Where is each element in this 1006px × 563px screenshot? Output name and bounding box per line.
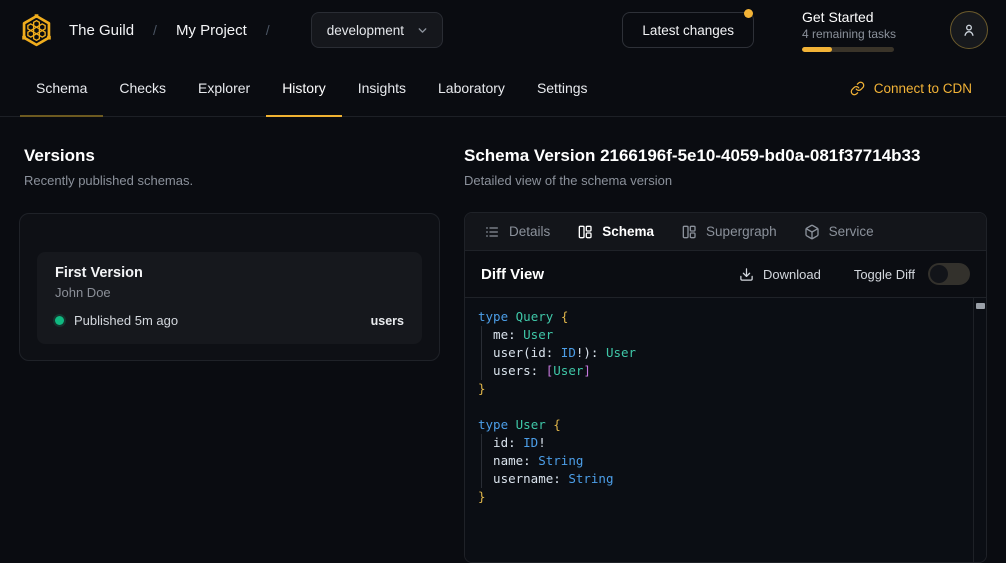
breadcrumb-separator: / bbox=[266, 22, 270, 38]
tab-label: Insights bbox=[358, 80, 406, 96]
breadcrumb-project[interactable]: My Project bbox=[176, 22, 247, 39]
schema-version-panel: Schema Version 2166196f-5e10-4059-bd0a-0… bbox=[464, 117, 1006, 563]
schema-version-title: Schema Version 2166196f-5e10-4059-bd0a-0… bbox=[464, 146, 987, 166]
user-avatar[interactable] bbox=[950, 11, 988, 49]
schema-code-viewer[interactable]: type Query { me: User user(id: ID!): Use… bbox=[465, 298, 986, 562]
tab-label: Checks bbox=[119, 80, 166, 96]
columns-icon bbox=[577, 224, 593, 240]
target-selector-dropdown[interactable]: development bbox=[311, 12, 443, 48]
person-icon bbox=[960, 21, 978, 39]
tab-underline bbox=[521, 115, 604, 117]
schema-detail-tabs: Details Schema bbox=[465, 213, 986, 251]
link-icon bbox=[850, 81, 865, 96]
toggle-diff-label: Toggle Diff bbox=[854, 267, 915, 282]
version-author: John Doe bbox=[55, 285, 404, 300]
tab-underline bbox=[266, 115, 342, 117]
download-label: Download bbox=[763, 267, 821, 282]
latest-changes-label: Latest changes bbox=[642, 23, 734, 38]
chevron-down-icon bbox=[416, 24, 429, 37]
tab-label: Supergraph bbox=[706, 224, 777, 239]
tab-details[interactable]: Details bbox=[484, 224, 550, 240]
diff-view-title: Diff View bbox=[481, 266, 544, 283]
tab-laboratory[interactable]: Laboratory bbox=[422, 60, 521, 116]
notification-dot bbox=[744, 9, 753, 18]
primary-nav: Schema Checks Explorer History Insights … bbox=[0, 60, 1006, 117]
get-started-title: Get Started bbox=[802, 9, 894, 25]
versions-panel: Versions Recently published schemas. Fir… bbox=[0, 117, 464, 563]
get-started-subtitle: 4 remaining tasks bbox=[802, 27, 894, 41]
get-started-widget[interactable]: Get Started 4 remaining tasks bbox=[802, 9, 894, 52]
hive-logo-icon[interactable] bbox=[18, 12, 55, 49]
tab-label: Explorer bbox=[198, 80, 250, 96]
versions-list-container: First Version John Doe Published 5m ago … bbox=[19, 213, 440, 361]
version-card[interactable]: First Version John Doe Published 5m ago … bbox=[37, 252, 422, 344]
diff-toolbar: Diff View Download Toggle Diff bbox=[465, 251, 986, 298]
breadcrumb-org[interactable]: The Guild bbox=[69, 22, 134, 39]
code-block: type Query { me: User user(id: ID!): Use… bbox=[478, 308, 960, 506]
main-content: Versions Recently published schemas. Fir… bbox=[0, 117, 1006, 563]
published-status-dot bbox=[55, 316, 64, 325]
connect-to-cdn-button[interactable]: Connect to CDN bbox=[850, 81, 986, 96]
tab-label: Details bbox=[509, 224, 550, 239]
tab-label: Laboratory bbox=[438, 80, 505, 96]
tab-label: Service bbox=[829, 224, 874, 239]
download-icon bbox=[739, 267, 754, 282]
tab-underline bbox=[422, 115, 521, 117]
versions-title: Versions bbox=[19, 146, 440, 166]
schema-detail-card: Details Schema bbox=[464, 212, 987, 563]
list-icon bbox=[484, 224, 500, 240]
tab-underline bbox=[342, 115, 422, 117]
target-selector-value: development bbox=[327, 23, 404, 38]
switch-knob bbox=[930, 265, 948, 283]
columns-icon bbox=[681, 224, 697, 240]
version-status: Published 5m ago bbox=[74, 313, 178, 328]
tab-settings[interactable]: Settings bbox=[521, 60, 604, 116]
tab-schema[interactable]: Schema bbox=[20, 60, 103, 116]
version-title: First Version bbox=[55, 265, 404, 281]
tab-label: Schema bbox=[602, 224, 654, 239]
version-service-badge: users bbox=[371, 314, 404, 328]
tab-service[interactable]: Service bbox=[804, 224, 874, 240]
tab-label: Schema bbox=[36, 80, 87, 96]
get-started-progress-fill bbox=[802, 47, 832, 52]
tab-label: History bbox=[282, 80, 326, 96]
tab-label: Settings bbox=[537, 80, 588, 96]
tab-insights[interactable]: Insights bbox=[342, 60, 422, 116]
breadcrumb-separator: / bbox=[153, 22, 157, 38]
tab-explorer[interactable]: Explorer bbox=[182, 60, 266, 116]
versions-subtitle: Recently published schemas. bbox=[19, 173, 440, 188]
code-scrollbar bbox=[973, 298, 986, 562]
connect-to-cdn-label: Connect to CDN bbox=[874, 81, 972, 96]
get-started-progress-track bbox=[802, 47, 894, 52]
tab-checks[interactable]: Checks bbox=[103, 60, 182, 116]
diff-actions: Download Toggle Diff bbox=[739, 263, 970, 285]
download-button[interactable]: Download bbox=[739, 267, 821, 282]
cube-icon bbox=[804, 224, 820, 240]
latest-changes-button[interactable]: Latest changes bbox=[622, 12, 754, 48]
tab-underline bbox=[103, 115, 182, 117]
scrollbar-thumb[interactable] bbox=[976, 303, 985, 309]
tab-underline bbox=[20, 115, 103, 117]
tab-supergraph[interactable]: Supergraph bbox=[681, 224, 777, 240]
schema-version-subtitle: Detailed view of the schema version bbox=[464, 173, 987, 188]
header-right-cluster: Latest changes Get Started 4 remaining t… bbox=[622, 9, 988, 52]
tab-history[interactable]: History bbox=[266, 60, 342, 116]
app-header: The Guild / My Project / development Lat… bbox=[0, 0, 1006, 60]
tab-underline bbox=[182, 115, 266, 117]
toggle-diff-switch[interactable] bbox=[928, 263, 970, 285]
tab-schema-view[interactable]: Schema bbox=[577, 224, 654, 240]
version-meta-row: Published 5m ago users bbox=[55, 313, 404, 328]
